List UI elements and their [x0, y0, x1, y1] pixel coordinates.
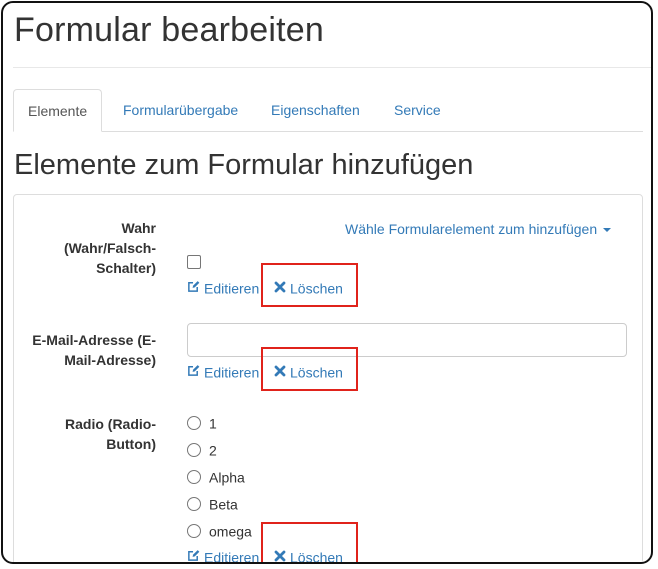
- page-title: Formular bearbeiten: [14, 11, 324, 49]
- radio-option-alpha[interactable]: Alpha: [187, 468, 245, 488]
- element-label-radio: Radio (Radio- Button): [65, 416, 156, 452]
- edit-icon: [187, 278, 200, 298]
- wahr-checkbox[interactable]: [187, 255, 201, 269]
- element-label-wahr: Wahr (Wahr/Falsch- Schalter): [63, 220, 156, 276]
- tab-elemente[interactable]: Elemente: [13, 89, 103, 132]
- section-title: Elemente zum Formular hinzufügen: [14, 149, 474, 181]
- delete-highlight-box: [261, 522, 358, 562]
- edit-button-email[interactable]: Editieren: [187, 361, 259, 382]
- add-element-label: Wähle Formularelement zum hinzufügen: [345, 221, 598, 237]
- element-label-email: E-Mail-Adresse (E- Mail-Adresse): [32, 332, 156, 368]
- delete-highlight-box: [261, 263, 358, 307]
- edit-icon: [187, 362, 200, 382]
- window-frame: Formular bearbeiten Elemente Formularübe…: [1, 1, 653, 564]
- tab-eigenschaften[interactable]: Eigenschaften: [257, 89, 374, 131]
- tab-service[interactable]: Service: [380, 89, 455, 131]
- email-field[interactable]: [187, 323, 627, 357]
- title-divider: [13, 67, 651, 68]
- caret-down-icon: [603, 228, 612, 233]
- tab-bar: Elemente Formularübergabe Eigenschaften …: [13, 89, 643, 132]
- delete-highlight-box: [261, 347, 358, 391]
- radio-option-omega[interactable]: omega: [187, 522, 252, 542]
- radio-option-beta[interactable]: Beta: [187, 495, 238, 515]
- edit-button-radio[interactable]: Editieren: [187, 546, 259, 562]
- edit-icon: [187, 547, 200, 562]
- tab-formularuebergabe[interactable]: Formularübergabe: [109, 89, 252, 131]
- radio-option-2[interactable]: 2: [187, 441, 217, 461]
- edit-button-wahr[interactable]: Editieren: [187, 277, 259, 298]
- add-element-dropdown[interactable]: Wähle Formularelement zum hinzufügen: [345, 221, 612, 237]
- radio-option-1[interactable]: 1: [187, 414, 217, 434]
